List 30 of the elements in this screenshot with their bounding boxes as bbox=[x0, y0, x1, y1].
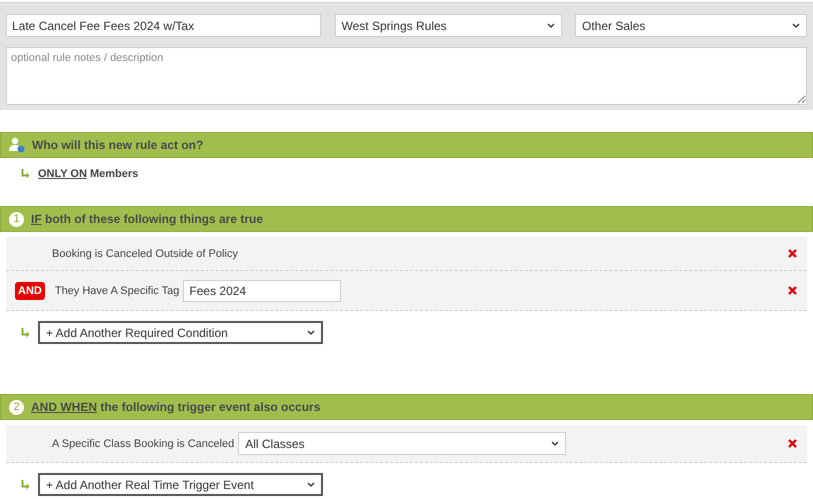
step-number: 2 bbox=[9, 400, 24, 414]
delete-icon[interactable] bbox=[788, 286, 797, 295]
notes-field[interactable]: optional rule notes / description bbox=[6, 47, 807, 105]
delete-icon[interactable] bbox=[788, 249, 797, 258]
caret-icon bbox=[546, 23, 554, 28]
step-number: 1 bbox=[9, 212, 24, 226]
conjunction-tag: AND bbox=[15, 282, 45, 300]
hook-arrow-icon bbox=[21, 169, 30, 179]
hook-arrow-icon bbox=[21, 328, 30, 338]
add-select[interactable]: + Add Another Required Condition bbox=[38, 321, 323, 344]
section-title: Who will this new rule act on? bbox=[32, 138, 204, 152]
category-select[interactable]: Other Sales bbox=[575, 14, 807, 37]
caret-icon bbox=[792, 23, 800, 28]
condition-label: They Have A Specific Tag bbox=[54, 284, 180, 296]
delete-icon[interactable] bbox=[788, 439, 797, 448]
audience-text: ONLY ON Members bbox=[38, 168, 138, 180]
condition-label: Booking is Canceled Outside of Policy bbox=[52, 248, 238, 260]
caret-icon bbox=[307, 482, 315, 487]
hook-arrow-icon bbox=[21, 480, 30, 490]
caret-icon bbox=[307, 330, 315, 335]
caret-icon bbox=[551, 441, 560, 446]
section-title: AND WHEN the following trigger event also occurs bbox=[31, 400, 320, 414]
add-select[interactable]: + Add Another Real Time Trigger Event bbox=[38, 473, 323, 496]
user-info-icon bbox=[9, 137, 25, 153]
tag-field[interactable]: Fees 2024 bbox=[183, 280, 342, 302]
ruleset-select[interactable]: West Springs Rules bbox=[334, 14, 562, 37]
section-title: IF both of these following things are true bbox=[31, 212, 264, 226]
rule-name-field[interactable]: Late Cancel Fee Fees 2024 w/Tax bbox=[6, 14, 321, 37]
class-select[interactable]: All Classes bbox=[238, 432, 566, 455]
condition-label: A Specific Class Booking is Canceled bbox=[52, 438, 234, 450]
